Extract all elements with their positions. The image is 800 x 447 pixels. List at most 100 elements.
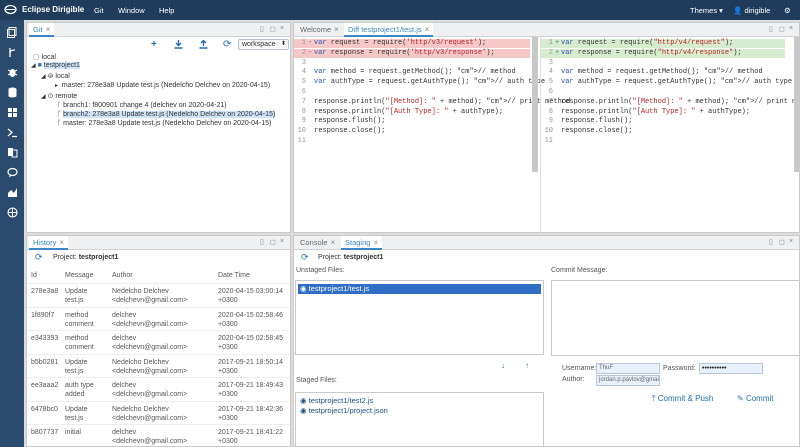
tab-diff[interactable]: Diff testproject1/test.js × <box>344 23 434 37</box>
maximize-icon[interactable]: ◻ <box>270 238 276 246</box>
debug-icon[interactable] <box>5 65 19 79</box>
commit-message-input[interactable] <box>551 280 800 356</box>
maximize-icon[interactable]: ◻ <box>779 238 785 246</box>
tree-project[interactable]: ◢ ■ testproject1 <box>31 62 80 69</box>
menu-git[interactable]: Git <box>94 6 104 15</box>
close-icon[interactable]: × <box>425 25 430 34</box>
tree-remote[interactable]: ◢ ⊙ remote <box>41 92 77 100</box>
tab-staging[interactable]: Staging × <box>341 236 383 250</box>
refresh-icon[interactable]: ⟳ <box>301 252 309 263</box>
history-row[interactable]: b807737 initial delchev <delchevn@gmail.com… <box>27 424 290 447</box>
add-icon[interactable]: + <box>151 39 157 50</box>
close-icon[interactable]: × <box>373 238 378 247</box>
code-line[interactable]: 1 + var request = require("http/v4/request… <box>541 39 785 48</box>
code-line[interactable]: 11 <box>294 137 530 146</box>
menu-window[interactable]: Window <box>118 6 145 15</box>
settings-icon[interactable]: ⚙ <box>784 6 791 15</box>
stage-down-icon[interactable]: ↓ <box>501 361 505 370</box>
history-row[interactable]: 6478bc0 Update test.js Nedelcho Delchev <del… <box>27 400 290 424</box>
history-row[interactable]: 278e3a8 Update test.js Nedelcho Delchev <del… <box>27 283 290 306</box>
left-scrollbar[interactable] <box>532 37 538 172</box>
database-icon[interactable] <box>5 85 19 99</box>
history-row[interactable]: 1f890f7 method comment delchev <delchevn@gma… <box>27 306 290 330</box>
tab-welcome[interactable]: Welcome × <box>296 23 343 37</box>
terminal-icon[interactable] <box>5 125 19 139</box>
history-row[interactable]: e343393 method comment delchev <delchevn@gma… <box>27 330 290 353</box>
code-line[interactable]: 3 <box>541 59 785 68</box>
tree-local-master[interactable]: ▸ master: 278e3a8 Update test.js (Nedelc… <box>55 82 270 89</box>
code-line[interactable]: 10 response.close(); <box>541 127 785 136</box>
code-line[interactable]: 2- var response = require('http/v3/respon… <box>294 48 530 58</box>
close-icon[interactable]: × <box>46 25 51 34</box>
code-line[interactable]: 5 var authType = request.getAuthType(); "… <box>294 78 545 87</box>
code-line[interactable]: 2 + var response = require("http/v4/respon… <box>541 48 785 58</box>
unstaged-file[interactable]: ◉ testproject1/test.js <box>298 284 541 294</box>
maximize-icon[interactable]: ◻ <box>779 25 785 33</box>
push-icon[interactable] <box>199 39 208 51</box>
menu-help[interactable]: Help <box>159 6 174 15</box>
code-line[interactable]: 6 <box>541 88 785 97</box>
tree-remote-master[interactable]: ᚴ master: 278e3a8 Update test.js (Nedelc… <box>57 120 271 127</box>
history-row[interactable]: ee3aaa2 auth type added delchev <delchevn@gm… <box>27 377 290 400</box>
code-line[interactable]: 8 response.println("[Auth Type]: " + auth… <box>294 108 530 117</box>
code-line[interactable]: 9 response.flush(); <box>541 117 785 126</box>
refresh-icon[interactable]: ⟳ <box>35 252 43 263</box>
chart-icon[interactable] <box>5 185 19 199</box>
code-line[interactable]: 9 response.flush(); <box>294 117 530 126</box>
repository-icon[interactable] <box>5 105 19 119</box>
close-panel-icon[interactable]: × <box>280 25 284 32</box>
unstaged-list[interactable]: ◉ testproject1/test.js <box>295 280 544 355</box>
staged-file[interactable]: ◉ testproject1/project.json <box>298 406 541 416</box>
code-line[interactable]: 6 <box>294 88 530 97</box>
close-icon[interactable]: × <box>331 238 336 247</box>
workspace-select[interactable]: workspace ⬍ <box>238 39 289 50</box>
tab-git[interactable]: Git × <box>29 23 55 37</box>
commit-button[interactable]: ✎ Commit <box>737 394 774 403</box>
code-line[interactable]: 8 response.println("[Auth Type]: " + auth… <box>541 108 785 117</box>
tree-branch1[interactable]: ᚴ branch1: f800901 change 4 (delchev on … <box>57 102 227 109</box>
tab-console[interactable]: Console × <box>296 236 339 250</box>
maximize-icon[interactable]: ◻ <box>270 25 276 33</box>
staged-list[interactable]: ◉ testproject1/test2.js ◉ testproject1/p… <box>295 392 544 447</box>
user-menu[interactable]: 👤 dirigible <box>733 6 770 15</box>
history-row[interactable]: b5b0281 Update test.js Nedelcho Delchev <del… <box>27 353 290 377</box>
themes-menu[interactable]: Themes ▾ <box>690 6 723 15</box>
close-icon[interactable]: × <box>59 238 64 247</box>
commit-push-button[interactable]: ⤒ Commit & Push <box>652 394 713 404</box>
staged-file[interactable]: ◉ testproject1/test2.js <box>298 396 541 406</box>
documents-icon[interactable] <box>5 145 19 159</box>
git-icon[interactable] <box>5 45 19 59</box>
code-line[interactable]: 10 response.close(); <box>294 127 530 136</box>
code-line[interactable]: 1- var request = require('http/v3/request… <box>294 39 530 48</box>
code-line[interactable]: 7 response.println("[Method]: " + method)… <box>294 98 571 107</box>
close-panel-icon[interactable]: × <box>280 238 284 245</box>
pull-icon[interactable] <box>174 40 183 51</box>
minimize-icon[interactable]: ▯ <box>769 25 773 33</box>
code-line[interactable]: 5 var authType = request.getAuthType(); "… <box>541 78 792 87</box>
diff-right-pane[interactable]: 1 + var request = require("http/v4/request… <box>540 37 800 233</box>
tree-local[interactable]: ◢ ⊜ local <box>41 72 70 80</box>
close-panel-icon[interactable]: × <box>789 25 793 32</box>
tree-branch2[interactable]: ᚴ branch2: 278e3a8 Update test.js (Nedel… <box>57 111 276 118</box>
minimize-icon[interactable]: ▯ <box>769 238 773 246</box>
code-line[interactable]: 11 <box>541 137 785 146</box>
minimize-icon[interactable]: ▯ <box>260 25 264 33</box>
tab-history[interactable]: History × <box>29 236 69 250</box>
right-scrollbar[interactable] <box>794 37 800 172</box>
diff-left-pane[interactable]: 1- var request = require('http/v3/request… <box>294 37 571 233</box>
workspace-icon[interactable] <box>5 25 19 39</box>
username-input[interactable]: ThuF <box>596 363 660 374</box>
code-line[interactable]: 3 <box>294 59 530 68</box>
minimize-icon[interactable]: ▯ <box>260 238 264 246</box>
code-line[interactable]: 4 var method = request.getMethod(); "cm">… <box>294 68 530 77</box>
unstage-up-icon[interactable]: ↑ <box>525 361 529 370</box>
close-icon[interactable]: × <box>334 25 339 34</box>
chat-icon[interactable] <box>5 165 19 179</box>
password-input[interactable]: •••••••••• <box>699 363 763 374</box>
tree-local-root[interactable]: ▢ local <box>33 53 56 61</box>
refresh-icon[interactable]: ⟳ <box>223 39 231 50</box>
code-line[interactable]: 4 var method = request.getMethod(); "cm">… <box>541 68 785 77</box>
author-input[interactable]: jordan.p.pavlov@gmail... <box>596 375 660 386</box>
globe-icon[interactable] <box>5 205 19 219</box>
close-panel-icon[interactable]: × <box>789 238 793 245</box>
